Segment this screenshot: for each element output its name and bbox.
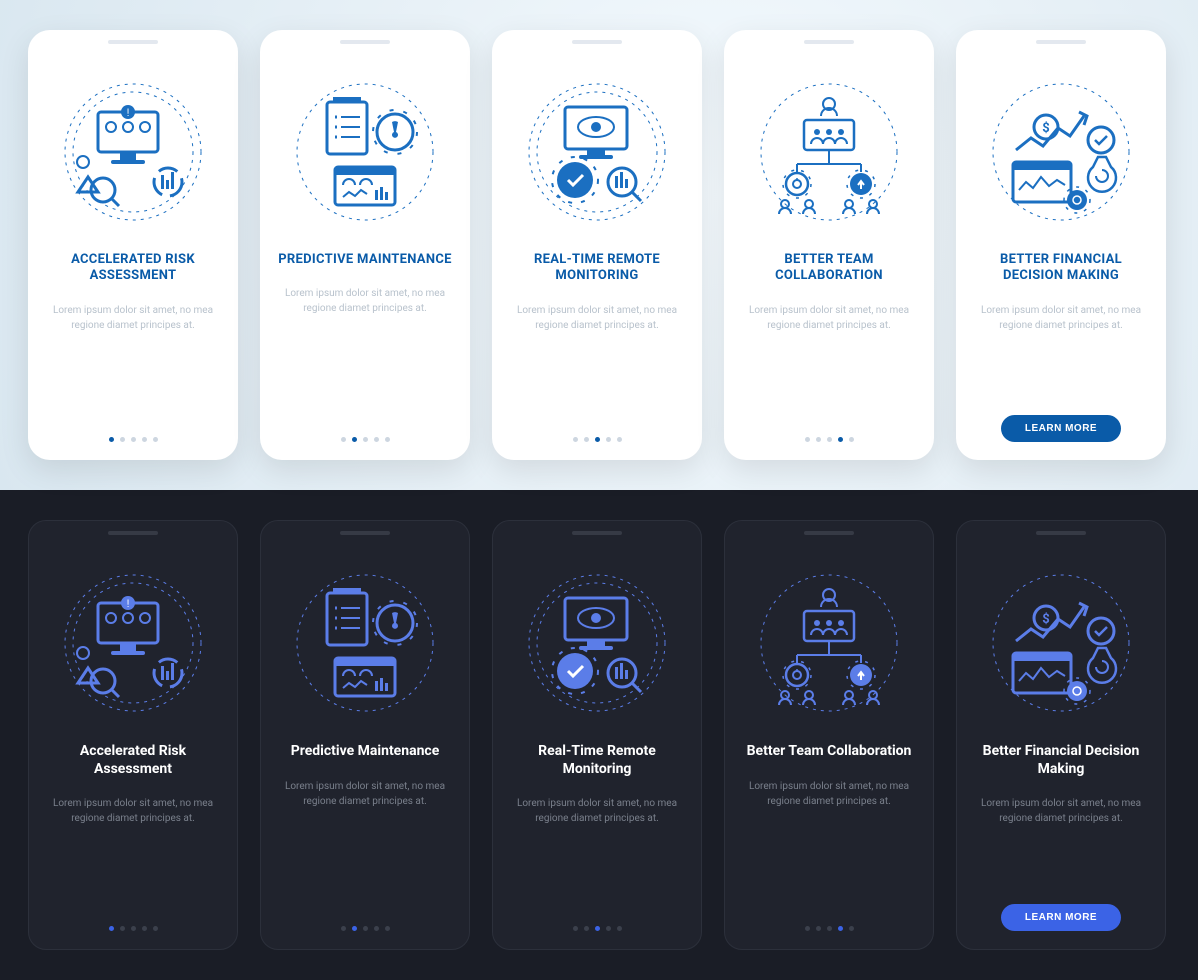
card-title: PREDICTIVE MAINTENANCE bbox=[278, 252, 452, 268]
onboarding-card-monitoring: Real-Time Remote Monitoring Lorem ipsum … bbox=[492, 520, 702, 950]
pagination-dots[interactable] bbox=[573, 437, 622, 442]
card-body: Lorem ipsum dolor sit amet, no mea regio… bbox=[44, 303, 222, 333]
learn-more-button[interactable]: LEARN MORE bbox=[1001, 904, 1121, 931]
financial-icon bbox=[981, 72, 1141, 232]
onboarding-card-risk: Accelerated Risk Assessment Lorem ipsum … bbox=[28, 520, 238, 950]
maintenance-icon bbox=[285, 563, 445, 723]
card-title: Real-Time Remote Monitoring bbox=[509, 743, 685, 778]
card-title: Better Team Collaboration bbox=[747, 743, 912, 761]
onboarding-card-monitoring: REAL-TIME REMOTE MONITORING Lorem ipsum … bbox=[492, 30, 702, 460]
onboarding-card-collaboration: BETTER TEAM COLLABORATION Lorem ipsum do… bbox=[724, 30, 934, 460]
financial-icon bbox=[981, 563, 1141, 723]
onboarding-card-collaboration: Better Team Collaboration Lorem ipsum do… bbox=[724, 520, 934, 950]
onboarding-card-maintenance: Predictive Maintenance Lorem ipsum dolor… bbox=[260, 520, 470, 950]
onboarding-card-financial: Better Financial Decision Making Lorem i… bbox=[956, 520, 1166, 950]
pagination-dots[interactable] bbox=[573, 926, 622, 931]
card-body: Lorem ipsum dolor sit amet, no mea regio… bbox=[741, 779, 917, 809]
card-body: Lorem ipsum dolor sit amet, no mea regio… bbox=[277, 779, 453, 809]
onboarding-card-risk: ACCELERATED RISK ASSESSMENT Lorem ipsum … bbox=[28, 30, 238, 460]
card-body: Lorem ipsum dolor sit amet, no mea regio… bbox=[276, 286, 454, 316]
card-title: Better Financial Decision Making bbox=[973, 743, 1149, 778]
pagination-dots[interactable] bbox=[805, 437, 854, 442]
card-title: ACCELERATED RISK ASSESSMENT bbox=[44, 252, 222, 285]
card-body: Lorem ipsum dolor sit amet, no mea regio… bbox=[45, 796, 221, 826]
pagination-dots[interactable] bbox=[109, 926, 158, 931]
collaboration-icon bbox=[749, 563, 909, 723]
collaboration-icon bbox=[749, 72, 909, 232]
light-theme-row: ACCELERATED RISK ASSESSMENT Lorem ipsum … bbox=[0, 0, 1198, 490]
pagination-dots[interactable] bbox=[109, 437, 158, 442]
dark-theme-row: Accelerated Risk Assessment Lorem ipsum … bbox=[0, 490, 1198, 980]
learn-more-button[interactable]: LEARN MORE bbox=[1001, 415, 1121, 442]
card-body: Lorem ipsum dolor sit amet, no mea regio… bbox=[973, 796, 1149, 826]
card-title: Accelerated Risk Assessment bbox=[45, 743, 221, 778]
card-body: Lorem ipsum dolor sit amet, no mea regio… bbox=[509, 796, 685, 826]
onboarding-card-financial: BETTER FINANCIAL DECISION MAKING Lorem i… bbox=[956, 30, 1166, 460]
card-title: Predictive Maintenance bbox=[291, 743, 440, 761]
pagination-dots[interactable] bbox=[341, 437, 390, 442]
card-body: Lorem ipsum dolor sit amet, no mea regio… bbox=[740, 303, 918, 333]
monitoring-icon bbox=[517, 563, 677, 723]
monitoring-icon bbox=[517, 72, 677, 232]
pagination-dots[interactable] bbox=[805, 926, 854, 931]
maintenance-icon bbox=[285, 72, 445, 232]
card-title: BETTER TEAM COLLABORATION bbox=[740, 252, 918, 285]
pagination-dots[interactable] bbox=[341, 926, 390, 931]
risk-icon bbox=[53, 563, 213, 723]
card-title: REAL-TIME REMOTE MONITORING bbox=[508, 252, 686, 285]
card-body: Lorem ipsum dolor sit amet, no mea regio… bbox=[972, 303, 1150, 333]
onboarding-card-maintenance: PREDICTIVE MAINTENANCE Lorem ipsum dolor… bbox=[260, 30, 470, 460]
risk-icon bbox=[53, 72, 213, 232]
card-body: Lorem ipsum dolor sit amet, no mea regio… bbox=[508, 303, 686, 333]
card-title: BETTER FINANCIAL DECISION MAKING bbox=[972, 252, 1150, 285]
